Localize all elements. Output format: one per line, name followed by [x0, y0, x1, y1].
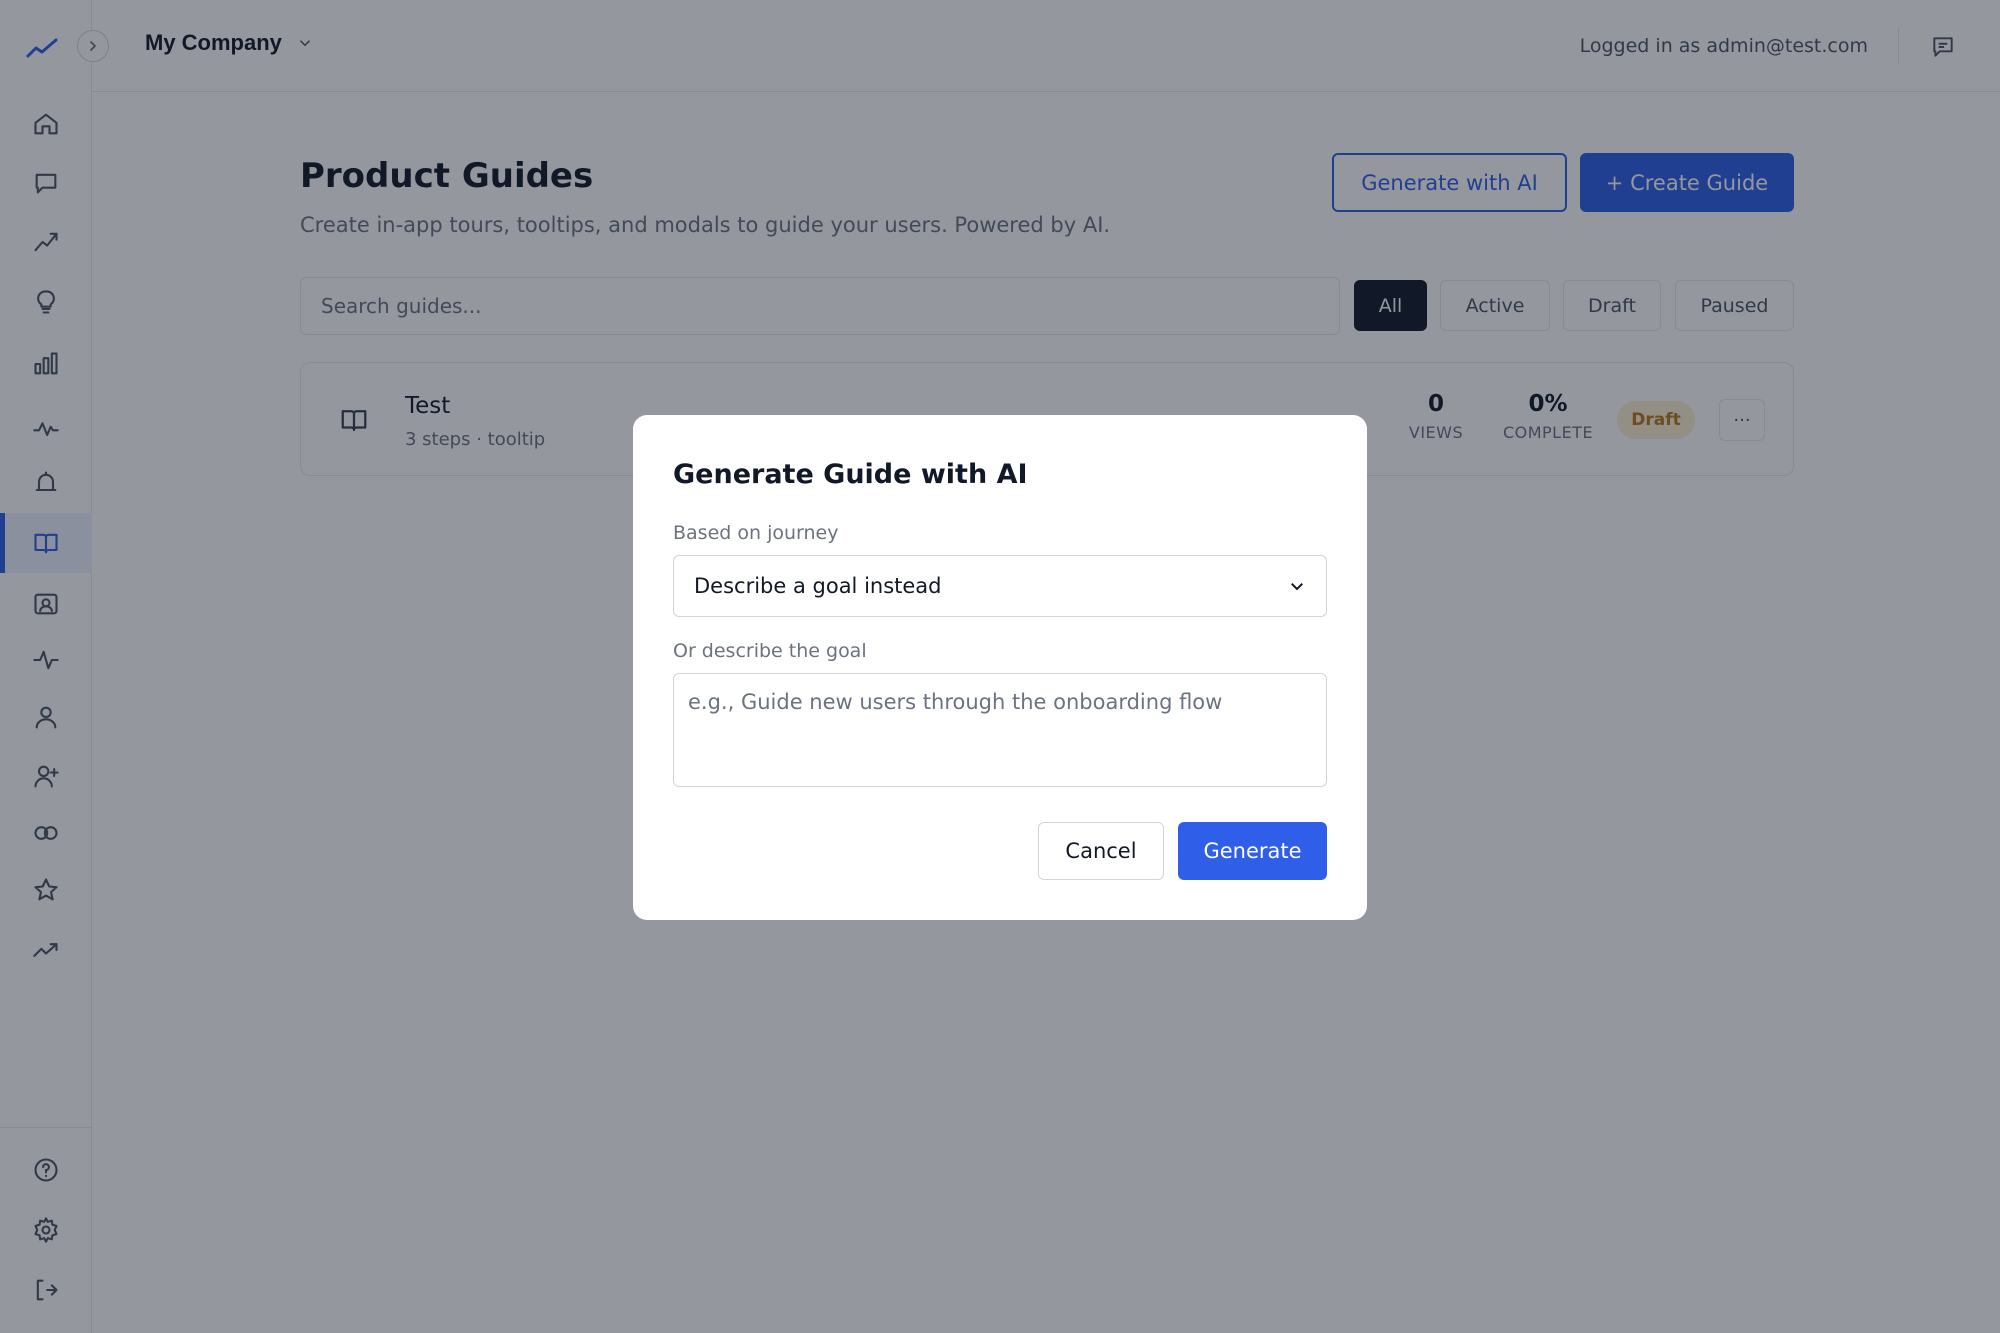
generate-guide-modal: Generate Guide with AI Based on journey … [633, 415, 1367, 920]
goal-label: Or describe the goal [673, 640, 867, 662]
chevron-down-icon [1291, 583, 1303, 591]
journey-select[interactable]: Describe a goal instead [673, 555, 1327, 617]
journey-selected-value: Describe a goal instead [694, 574, 942, 598]
journey-label: Based on journey [673, 522, 839, 544]
goal-textarea[interactable] [673, 673, 1327, 787]
generate-button[interactable]: Generate [1178, 822, 1327, 880]
modal-title: Generate Guide with AI [673, 459, 1028, 490]
cancel-button[interactable]: Cancel [1038, 822, 1164, 880]
